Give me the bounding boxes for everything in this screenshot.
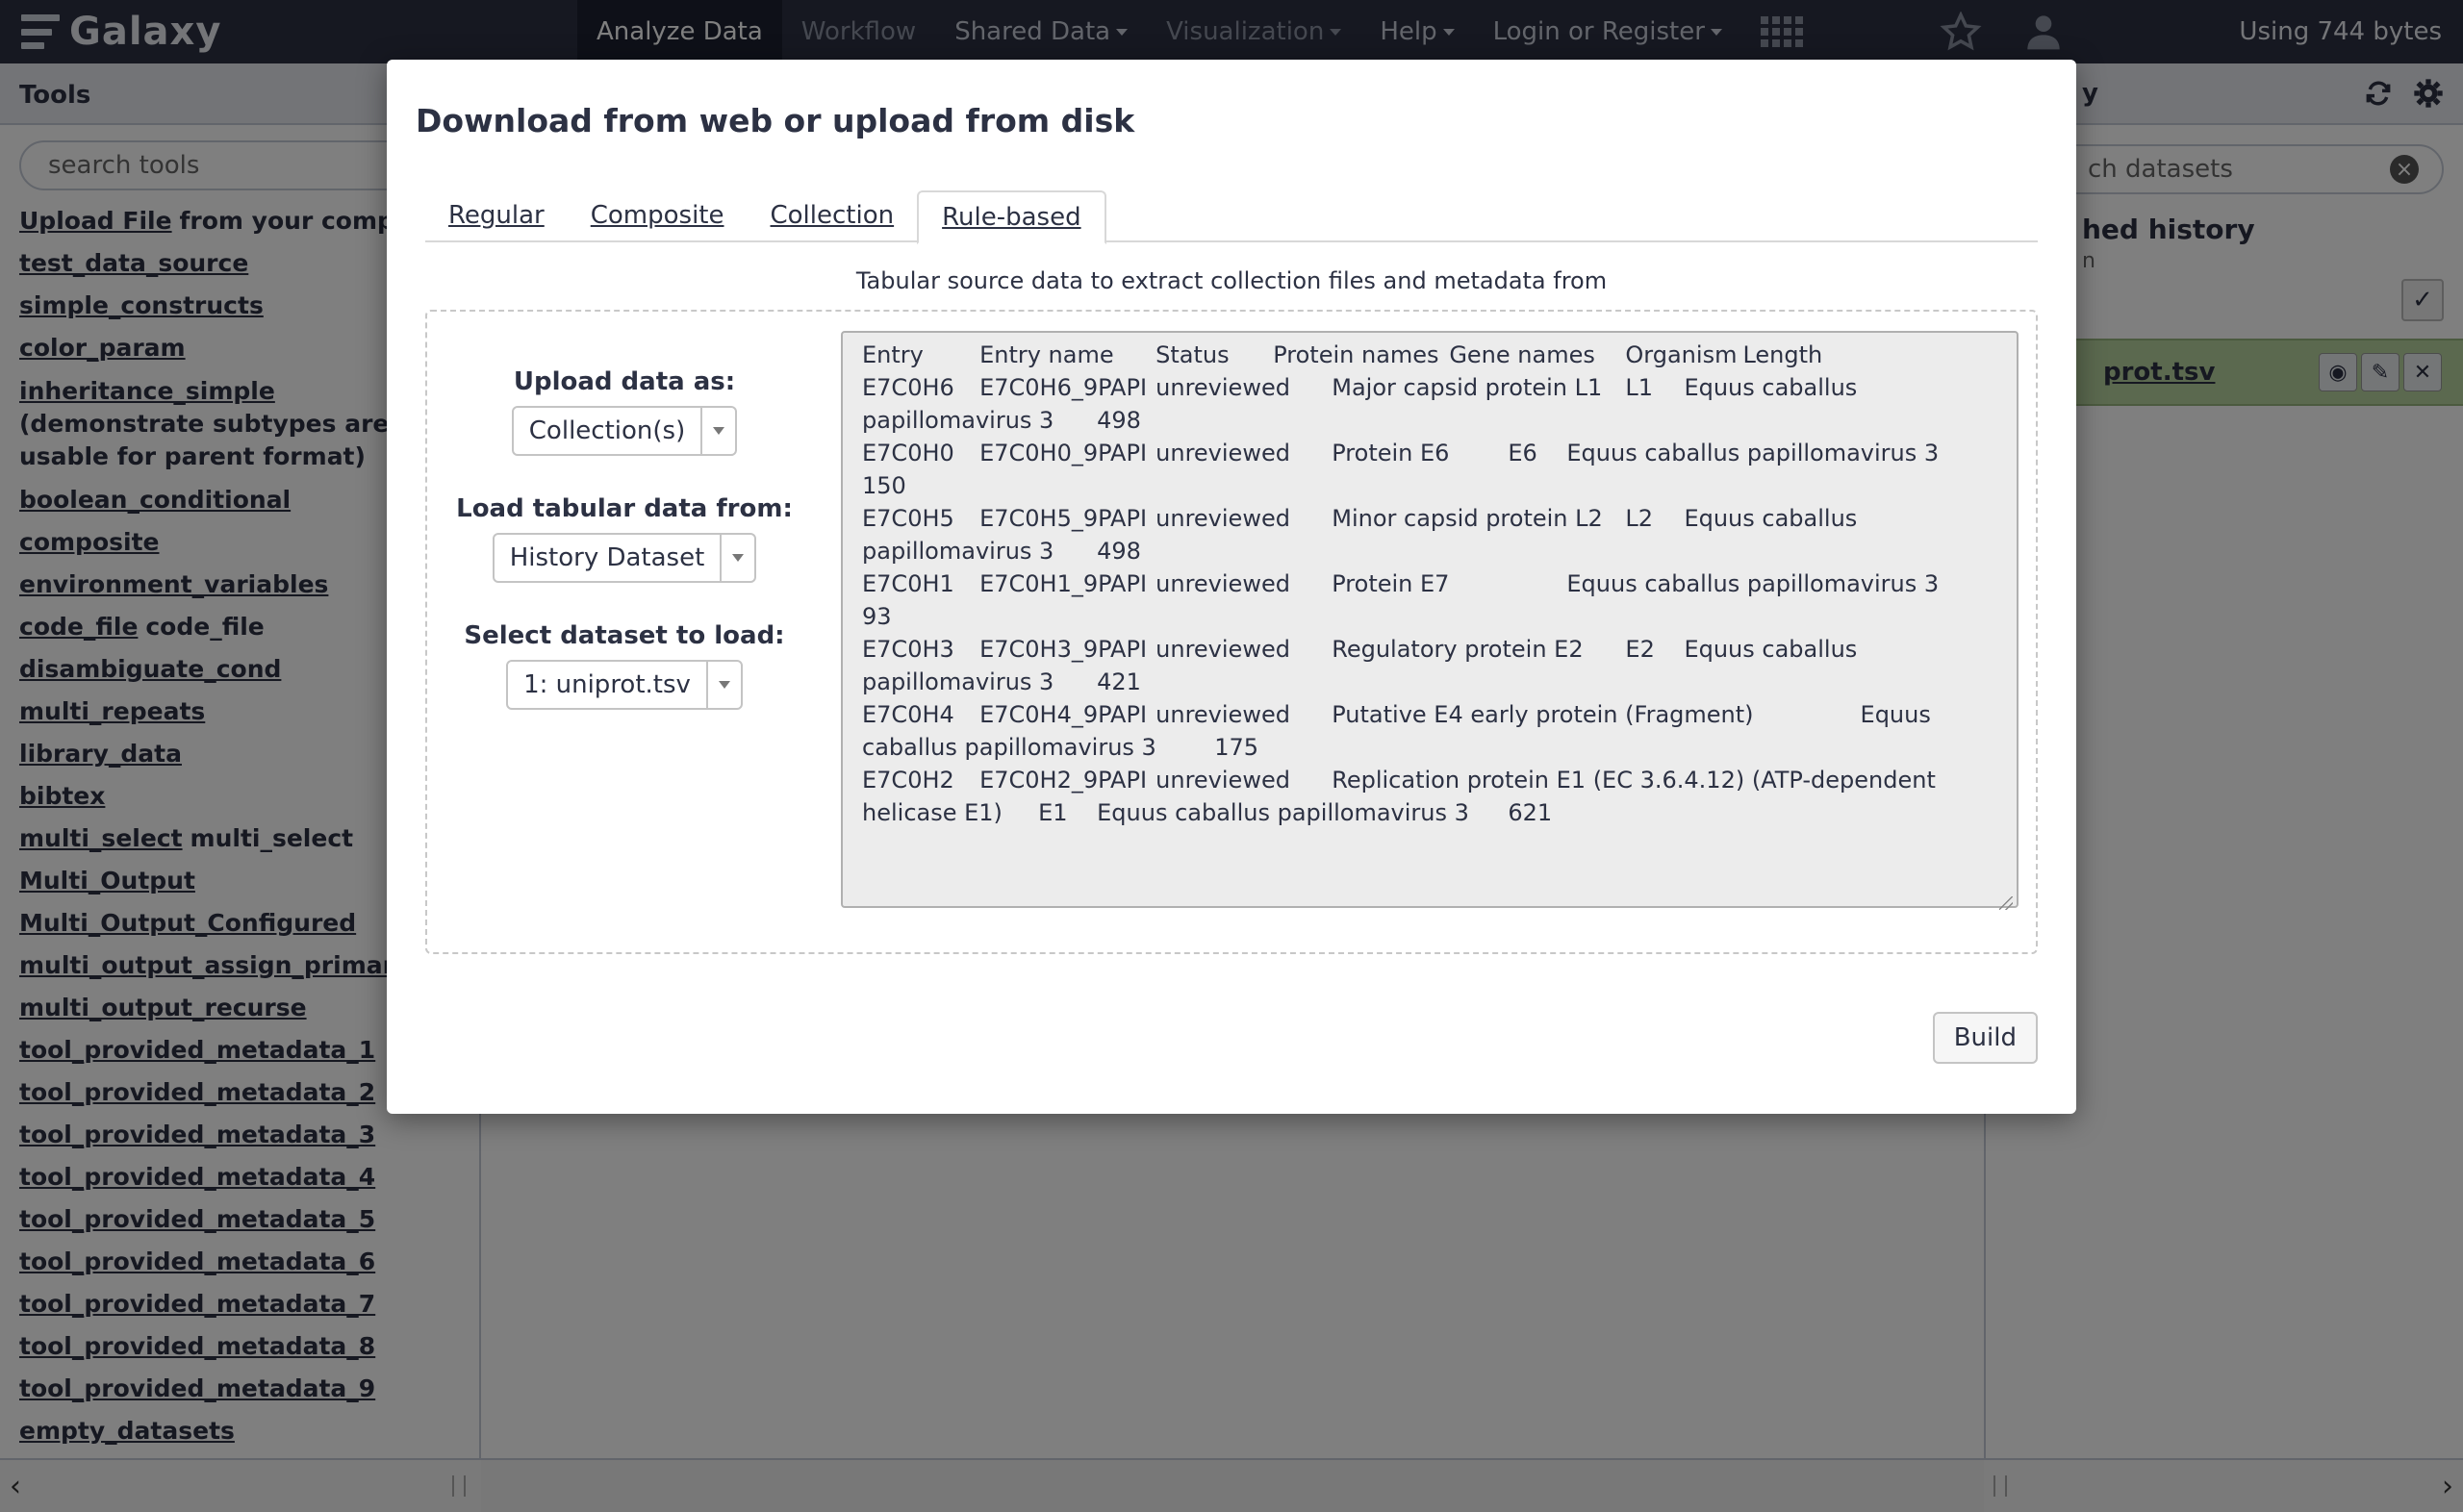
build-button[interactable]: Build [1932,1012,2038,1064]
load-from-value: History Dataset [509,543,705,572]
tab-composite[interactable]: Composite [568,190,748,240]
upload-dialog: Download from web or upload from disk Re… [387,60,2076,1114]
chevron-down-icon [705,662,741,708]
upload-as-select[interactable]: Collection(s) [511,406,738,456]
select-dataset-select[interactable]: 1: uniprot.tsv [506,660,743,710]
tab-rule-based[interactable]: Rule-based [917,190,1106,244]
tab-collection[interactable]: Collection [748,190,918,240]
upload-settings: Upload data as: Collection(s) Load tabul… [427,312,822,952]
chevron-down-icon [700,408,735,454]
upload-as-setting: Upload data as: Collection(s) [427,367,822,456]
load-from-select[interactable]: History Dataset [492,533,757,583]
upload-as-value: Collection(s) [528,416,686,445]
source-data-textarea[interactable]: Entry Entry name Status Protein names Ge… [841,331,2019,908]
tab-regular[interactable]: Regular [425,190,568,240]
upload-as-label: Upload data as: [513,367,736,396]
dialog-title: Download from web or upload from disk [416,102,1135,139]
load-from-setting: Load tabular data from: History Dataset [427,494,822,583]
rule-based-panel: Upload data as: Collection(s) Load tabul… [425,310,2038,954]
select-dataset-value: 1: uniprot.tsv [523,670,691,699]
select-dataset-setting: Select dataset to load: 1: uniprot.tsv [427,621,822,710]
resize-handle-icon[interactable] [1999,896,2013,910]
chevron-down-icon [720,535,754,581]
load-from-label: Load tabular data from: [456,494,793,523]
upload-tabs: Regular Composite Collection Rule-based [425,190,2038,244]
select-dataset-label: Select dataset to load: [464,621,785,650]
source-data-caption: Tabular source data to extract collectio… [855,267,1608,294]
